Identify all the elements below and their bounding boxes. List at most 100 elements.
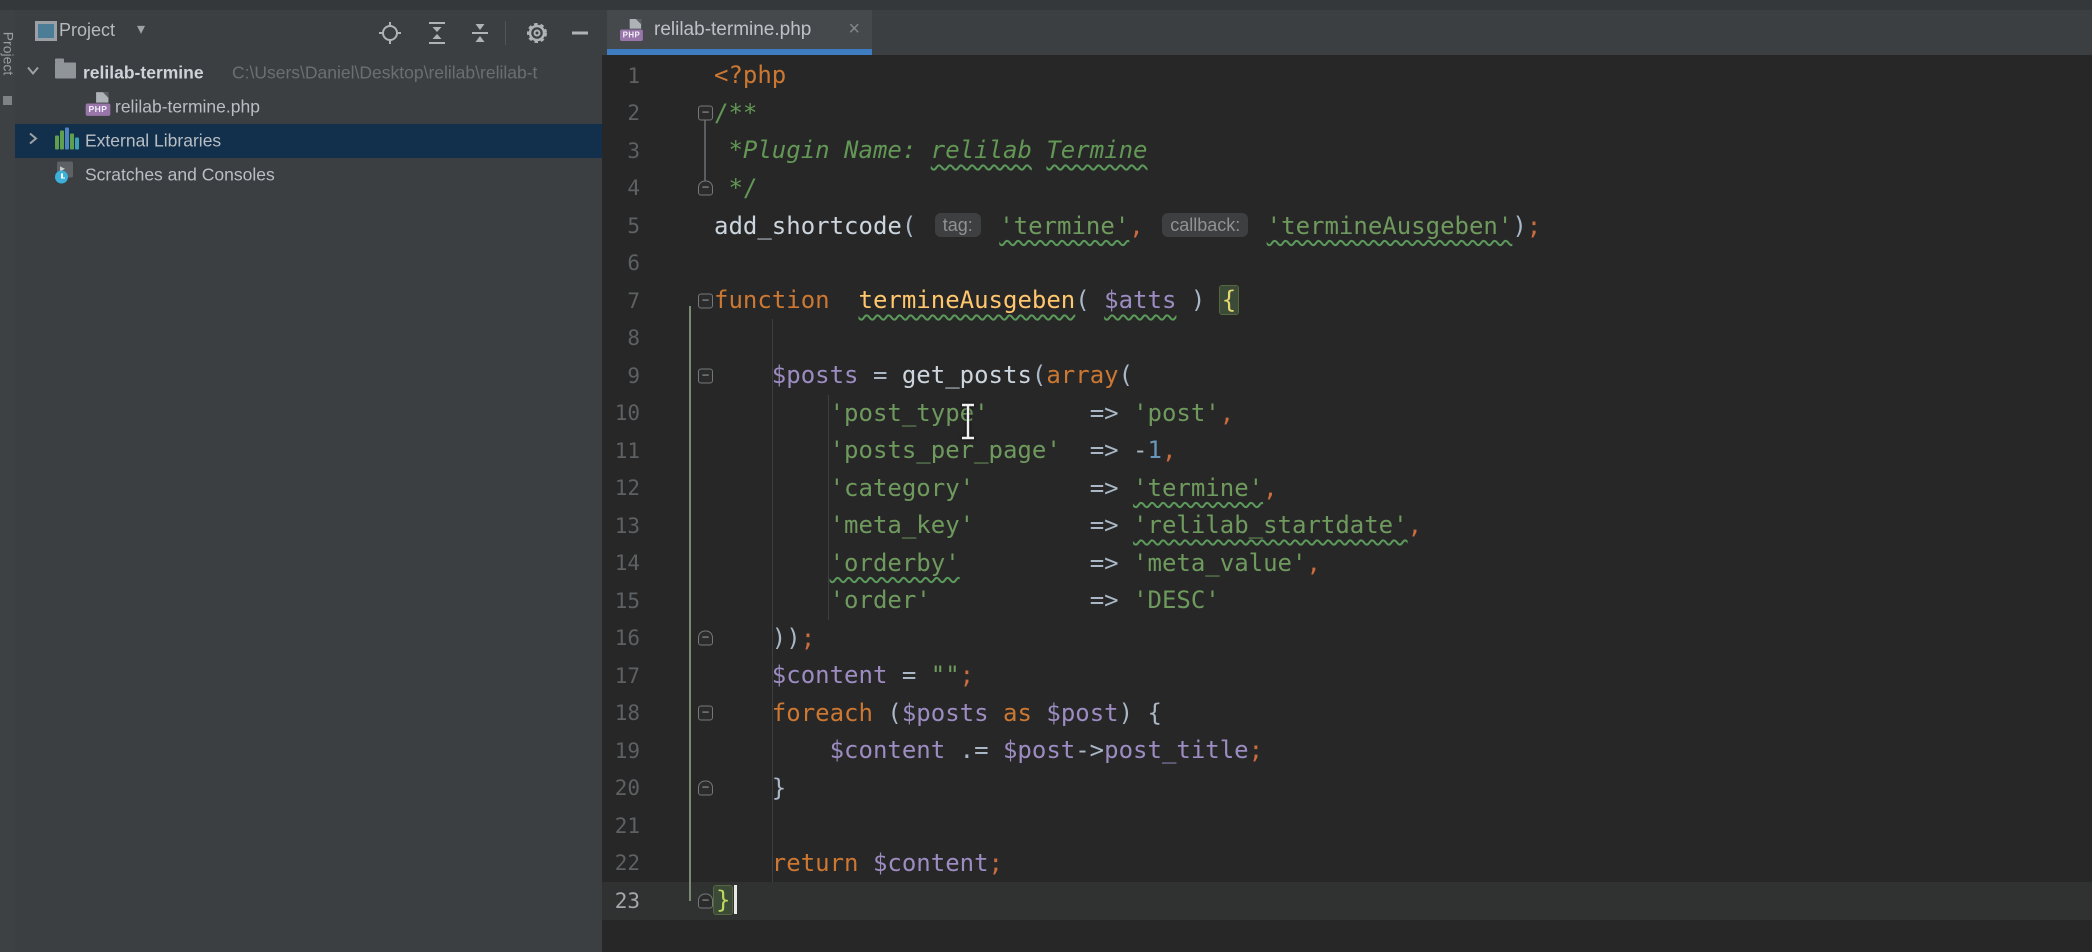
code-token: .= (945, 736, 1003, 764)
code-token: add_shortcode (714, 212, 902, 240)
editor-line-9[interactable]: 9 − $posts = get_posts(array( (602, 357, 2092, 395)
code-token: , (1408, 511, 1422, 539)
chevron-down-icon[interactable]: ▾ (137, 19, 145, 39)
line-number[interactable]: 6 (602, 251, 640, 275)
code-line-content[interactable]: )); (714, 620, 2092, 658)
line-number[interactable]: 9 (602, 364, 640, 388)
code-line-content[interactable]: $content .= $post->post_title; (714, 732, 2092, 770)
line-number[interactable]: 23 (602, 889, 640, 913)
line-number[interactable]: 19 (602, 739, 640, 763)
fold-end-icon[interactable]: − (698, 893, 713, 908)
code-line-content[interactable]: } (714, 770, 2092, 808)
code-token (714, 586, 830, 614)
editor-line-11[interactable]: 11 'posts_per_page' => -1, (602, 432, 2092, 470)
editor-line-15[interactable]: 15 'order' => 'DESC' (602, 582, 2092, 620)
code-line-content[interactable]: 'category' => 'termine', (714, 470, 2092, 508)
line-number[interactable]: 2 (602, 101, 640, 125)
fold-collapse-icon[interactable]: − (698, 106, 713, 121)
editor-line-8[interactable]: 8 (602, 320, 2092, 358)
tab-relilab-termine-php[interactable]: PHP relilab-termine.php × (607, 10, 872, 55)
code-line-content[interactable]: 'post_type' => 'post', (714, 395, 2092, 433)
code-line-content[interactable]: *Plugin Name: relilab Termine (714, 132, 2092, 170)
collapse-all-button[interactable] (466, 19, 494, 47)
line-number[interactable]: 10 (602, 401, 640, 425)
editor-line-2[interactable]: 2 −/** (602, 95, 2092, 133)
editor-line-16[interactable]: 16 − )); (602, 620, 2092, 658)
code-line-content[interactable]: 'meta_key' => 'relilab_startdate', (714, 507, 2092, 545)
code-line-content[interactable]: add_shortcode( tag: 'termine', callback:… (714, 207, 2092, 246)
code-line-content[interactable]: } (714, 882, 2092, 920)
editor-line-19[interactable]: 19 $content .= $post->post_title; (602, 732, 2092, 770)
editor-line-7[interactable]: 7 −function termineAusgeben( $atts ) { (602, 282, 2092, 320)
settings-button[interactable] (523, 19, 551, 47)
editor-line-12[interactable]: 12 'category' => 'termine', (602, 470, 2092, 508)
editor-line-20[interactable]: 20 − } (602, 770, 2092, 808)
code-line-content[interactable]: $posts = get_posts(array( (714, 357, 2092, 395)
code-line-content[interactable]: 'orderby' => 'meta_value', (714, 545, 2092, 583)
fold-collapse-icon[interactable]: − (698, 368, 713, 383)
line-number[interactable]: 16 (602, 626, 640, 650)
line-number[interactable]: 11 (602, 439, 640, 463)
editor-line-23[interactable]: 23 −} (602, 882, 2092, 920)
close-icon[interactable]: × (848, 18, 860, 41)
tree-item-relilab-termine[interactable]: relilab-termine C:\Users\Daniel\Desktop\… (15, 56, 602, 90)
editor-line-1[interactable]: 1 <?php (602, 57, 2092, 95)
line-number[interactable]: 7 (602, 289, 640, 313)
code-token: $content (830, 736, 946, 764)
fold-gutter (640, 507, 714, 545)
editor-line-18[interactable]: 18 − foreach ($posts as $post) { (602, 695, 2092, 733)
line-number[interactable]: 20 (602, 776, 640, 800)
editor-line-22[interactable]: 22 return $content; (602, 845, 2092, 883)
code-line-content[interactable]: <?php (714, 57, 2092, 95)
editor-line-4[interactable]: 4 − */ (602, 170, 2092, 208)
editor-line-14[interactable]: 14 'orderby' => 'meta_value', (602, 545, 2092, 583)
code-line-content[interactable]: return $content; (714, 845, 2092, 883)
code-token: => (1090, 436, 1133, 464)
editor-line-17[interactable]: 17 $content = ""; (602, 657, 2092, 695)
tree-item-external-libraries[interactable]: External Libraries (15, 124, 602, 158)
locate-button[interactable] (376, 19, 404, 47)
tree-item-relilab-termine-php[interactable]: PHPrelilab-termine.php (15, 90, 602, 124)
editor-line-13[interactable]: 13 'meta_key' => 'relilab_startdate', (602, 507, 2092, 545)
fold-collapse-icon[interactable]: − (698, 706, 713, 721)
editor-line-3[interactable]: 3 *Plugin Name: relilab Termine (602, 132, 2092, 170)
stripe-square-icon (3, 96, 12, 105)
fold-collapse-icon[interactable]: − (698, 293, 713, 308)
code-line-content[interactable]: foreach ($posts as $post) { (714, 695, 2092, 733)
fold-gutter: − (640, 357, 714, 395)
line-number[interactable]: 22 (602, 851, 640, 875)
code-line-content[interactable]: 'order' => 'DESC' (714, 582, 2092, 620)
line-number[interactable]: 13 (602, 514, 640, 538)
line-number[interactable]: 17 (602, 664, 640, 688)
line-number[interactable]: 3 (602, 139, 640, 163)
tree-item-scratches-and-consoles[interactable]: ▸Scratches and Consoles (15, 158, 602, 192)
fold-end-icon[interactable]: − (698, 631, 713, 646)
code-editor[interactable]: 1<?php2−/**3 *Plugin Name: relilab Termi… (602, 55, 2092, 952)
code-line-content[interactable]: */ (714, 170, 2092, 208)
hide-panel-button[interactable] (566, 19, 594, 47)
chevron-collapsed-icon[interactable] (25, 131, 41, 147)
project-stripe-button[interactable]: Project (1, 20, 16, 88)
line-number[interactable]: 8 (602, 326, 640, 350)
fold-end-icon[interactable]: − (698, 781, 713, 796)
expand-all-button[interactable] (423, 19, 451, 47)
editor-line-6[interactable]: 6 (602, 245, 2092, 283)
line-number[interactable]: 1 (602, 64, 640, 88)
line-number[interactable]: 4 (602, 176, 640, 200)
line-number[interactable]: 21 (602, 814, 640, 838)
line-number[interactable]: 15 (602, 589, 640, 613)
editor-line-5[interactable]: 5 add_shortcode( tag: 'termine', callback… (602, 207, 2092, 245)
line-number[interactable]: 5 (602, 214, 640, 238)
editor-line-10[interactable]: 10 'post_type' => 'post', (602, 395, 2092, 433)
code-line-content[interactable]: 'posts_per_page' => -1, (714, 432, 2092, 470)
editor-line-21[interactable]: 21 (602, 807, 2092, 845)
code-line-content[interactable]: function termineAusgeben( $atts ) { (714, 282, 2092, 320)
code-line-content[interactable]: /** (714, 95, 2092, 133)
code-token: get_posts (902, 361, 1032, 389)
chevron-expanded-icon[interactable] (25, 63, 41, 79)
code-line-content[interactable]: $content = ""; (714, 657, 2092, 695)
fold-end-icon[interactable]: − (698, 181, 713, 196)
line-number[interactable]: 14 (602, 551, 640, 575)
line-number[interactable]: 12 (602, 476, 640, 500)
line-number[interactable]: 18 (602, 701, 640, 725)
